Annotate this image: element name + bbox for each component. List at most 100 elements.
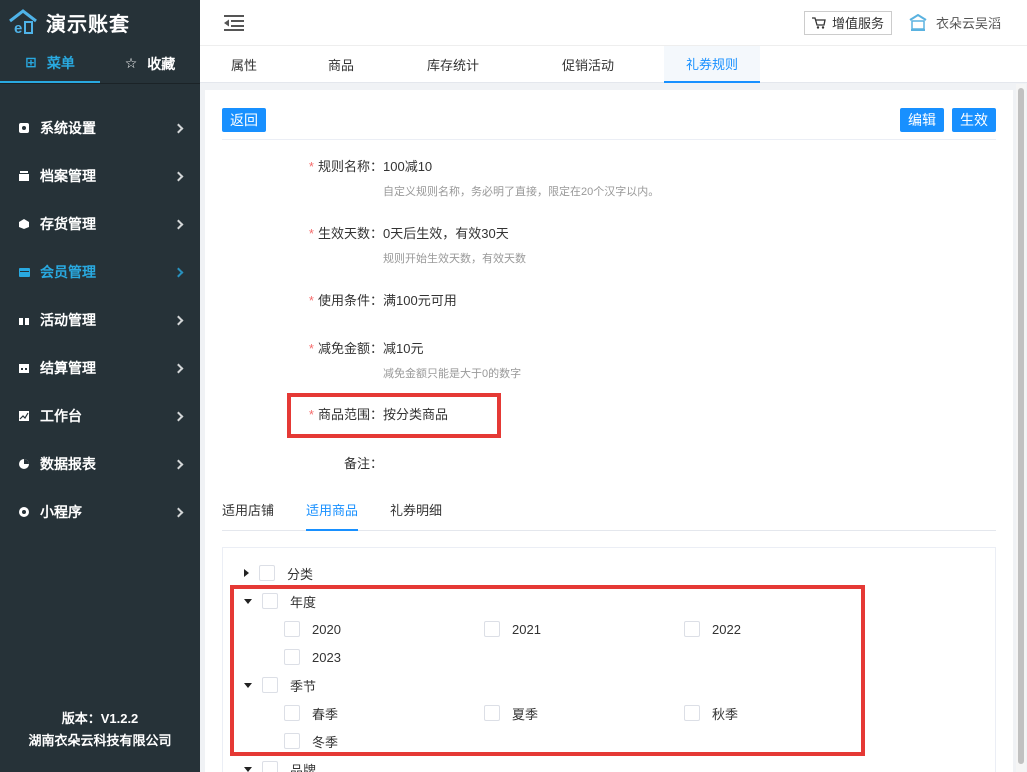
chevron-right-icon — [173, 363, 184, 373]
detail-subtabs: 适用店铺 适用商品 礼券明细 — [222, 500, 996, 531]
sidebar-item-label: 结算管理 — [40, 360, 96, 376]
member-card-icon — [18, 266, 30, 278]
subtab-stores[interactable]: 适用店铺 — [222, 500, 274, 531]
tab-promotions[interactable]: 促销活动 — [512, 46, 664, 83]
user-avatar-icon — [909, 13, 927, 31]
tab-coupon-rules[interactable]: 礼券规则 — [664, 46, 760, 83]
value-service-button[interactable]: 增值服务 — [803, 10, 892, 35]
chevron-right-icon — [173, 459, 184, 469]
checkbox[interactable] — [262, 761, 278, 772]
checkbox[interactable] — [259, 565, 275, 581]
discount-label: * 减免金额： — [309, 338, 383, 357]
value-service-label: 增值服务 — [831, 16, 884, 31]
sidebar-tabs: ⊞ 菜单 ☆ 收藏 — [0, 44, 200, 84]
app-title: 演示账套 — [46, 13, 130, 36]
sidebar-item-label: 存货管理 — [40, 216, 96, 232]
rule-name-hint: 自定义规则名称，务必明了直接，限定在20个汉字以内。 — [383, 186, 660, 198]
tree-node-category: 分类 — [244, 563, 313, 583]
tab-menu-label: 菜单 — [46, 54, 75, 71]
rule-name-value: 100减10 — [383, 159, 433, 174]
chevron-right-icon — [173, 507, 184, 517]
sidebar-item-label: 活动管理 — [40, 312, 96, 328]
rule-name-label: * 规则名称： — [309, 156, 383, 175]
sidebar-item-label: 系统设置 — [40, 120, 96, 136]
discount-label-text: 减免金额： — [317, 341, 383, 356]
chevron-right-icon — [173, 171, 184, 181]
archive-icon — [18, 170, 30, 182]
sidebar-menu: 系统设置 档案管理 存货管理 会员管理 活动管理 结算管理 工作台 数据报表 小… — [0, 104, 200, 536]
caret-right-icon[interactable] — [244, 569, 249, 577]
logo: e 演示账套 — [0, 0, 200, 44]
tab-products[interactable]: 商品 — [288, 46, 394, 83]
caret-down-icon[interactable] — [244, 766, 252, 772]
valid-days-label: * 生效天数： — [309, 223, 383, 242]
star-icon: ☆ — [124, 55, 138, 71]
pie-icon — [18, 458, 30, 470]
user-name[interactable]: 衣朵云吴滔 — [936, 13, 1001, 32]
tab-favorites[interactable]: ☆ 收藏 — [100, 44, 200, 83]
sidebar-item-label: 会员管理 — [40, 264, 96, 280]
sidebar-item-miniprogram[interactable]: 小程序 — [0, 488, 200, 536]
sidebar-item-activities[interactable]: 活动管理 — [0, 296, 200, 344]
condition-label-text: 使用条件： — [317, 293, 383, 308]
sidebar-item-archive[interactable]: 档案管理 — [0, 152, 200, 200]
sidebar-item-settlement[interactable]: 结算管理 — [0, 344, 200, 392]
chart-icon — [18, 410, 30, 422]
content-scrollbar[interactable] — [1016, 84, 1026, 772]
chevron-right-icon — [173, 219, 184, 229]
sidebar-item-system-settings[interactable]: 系统设置 — [0, 104, 200, 152]
tab-stock-stats[interactable]: 库存统计 — [394, 46, 512, 83]
tab-favorites-label: 收藏 — [147, 55, 176, 72]
divider — [222, 139, 996, 140]
activate-button[interactable]: 生效 — [952, 108, 996, 132]
svg-text:e: e — [14, 20, 22, 35]
tab-menu[interactable]: ⊞ 菜单 — [0, 44, 100, 83]
discount-value: 减10元 — [383, 341, 424, 356]
menu-fold-icon[interactable] — [224, 14, 244, 31]
subtab-products[interactable]: 适用商品 — [306, 500, 359, 531]
valid-days-hint: 规则开始生效天数，有效天数 — [383, 253, 526, 265]
sidebar-item-reports[interactable]: 数据报表 — [0, 440, 200, 488]
sidebar-item-label: 数据报表 — [40, 456, 96, 472]
valid-days-label-text: 生效天数： — [317, 226, 383, 241]
highlight-box-tree — [230, 585, 865, 756]
subtab-coupon-details[interactable]: 礼券明细 — [390, 500, 442, 531]
condition-value: 满100元可用 — [383, 293, 457, 308]
valid-days-value: 0天后生效，有效30天 — [383, 226, 509, 241]
calendar-icon — [18, 362, 30, 374]
sidebar-item-label: 小程序 — [40, 504, 82, 520]
sidebar-item-inventory[interactable]: 存货管理 — [0, 200, 200, 248]
sidebar-item-label: 工作台 — [40, 408, 82, 424]
top-header: 增值服务 衣朵云吴滔 — [200, 0, 1027, 46]
settings-icon — [18, 122, 30, 134]
chevron-right-icon — [173, 123, 184, 133]
grid-icon: ⊞ — [25, 54, 37, 70]
sidebar-item-label: 档案管理 — [40, 168, 96, 184]
chevron-right-icon — [173, 315, 184, 325]
cart-icon — [811, 16, 826, 29]
rule-name-label-text: 规则名称： — [317, 159, 383, 174]
discount-hint: 减免金额只能是大于0的数字 — [383, 368, 522, 380]
sidebar-item-members[interactable]: 会员管理 — [0, 248, 200, 296]
sidebar-footer: 版本：V1.2.2 湖南衣朵云科技有限公司 — [0, 708, 200, 752]
highlight-box-scope — [287, 393, 501, 438]
back-button[interactable]: 返回 — [222, 108, 266, 132]
remark-label: 备注： — [343, 456, 383, 471]
condition-label: * 使用条件： — [309, 290, 383, 309]
required-mark: * — [308, 226, 314, 241]
tree-node-label: 分类 — [287, 566, 314, 582]
version-text: 版本：V1.2.2 — [61, 711, 139, 726]
box-icon — [18, 218, 30, 230]
sidebar-item-workbench[interactable]: 工作台 — [0, 392, 200, 440]
tree-node-label: 品牌 — [290, 762, 317, 772]
company-name: 湖南衣朵云科技有限公司 — [28, 733, 172, 748]
required-mark: * — [308, 293, 314, 308]
chevron-right-icon — [173, 267, 184, 277]
tab-attributes[interactable]: 属性 — [200, 46, 288, 83]
miniprogram-icon — [18, 506, 30, 518]
required-mark: * — [308, 159, 314, 174]
edit-button[interactable]: 编辑 — [900, 108, 944, 132]
chevron-right-icon — [173, 411, 184, 421]
logo-icon: e — [9, 9, 37, 35]
scrollbar-thumb[interactable] — [1018, 88, 1024, 764]
